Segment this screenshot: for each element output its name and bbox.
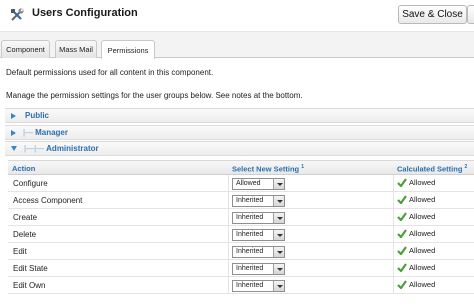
column-header-select-setting: Select New Setting 1 (232, 164, 304, 174)
calculated-setting: Allowed (397, 178, 435, 187)
setting-select[interactable]: Inherited (232, 280, 285, 292)
column-header-action: Action (12, 164, 36, 173)
calculated-setting: Allowed (397, 229, 435, 238)
action-label: Delete (13, 230, 37, 239)
group-manager[interactable]: |— Manager (5, 125, 474, 140)
table-row: Edit Own Inherited Allowed (8, 277, 474, 294)
expand-arrow-icon (11, 129, 16, 136)
group-administrator[interactable]: |—|— Administrator (5, 141, 474, 156)
calculated-setting: Allowed (397, 195, 435, 204)
calculated-setting: Allowed (397, 246, 435, 255)
action-label: Edit Own (13, 281, 46, 290)
table-header: Action Select New Setting 1 Calculated S… (8, 160, 474, 175)
table-row: Configure Allowed Allowed (8, 175, 474, 192)
calculated-setting: Allowed (397, 263, 435, 272)
table-row: Create Inherited Allowed (8, 209, 474, 226)
dropdown-arrow-icon (273, 179, 284, 189)
action-label: Edit State (13, 264, 48, 273)
dropdown-arrow-icon (273, 264, 284, 274)
dropdown-arrow-icon (273, 196, 284, 206)
checkmark-icon (397, 246, 407, 255)
close-button[interactable] (467, 5, 474, 24)
page-title: Users Configuration (32, 7, 138, 19)
expand-arrow-icon (11, 112, 16, 119)
action-label: Edit (13, 247, 27, 256)
checkmark-icon (397, 229, 407, 238)
checkmark-icon (397, 195, 407, 204)
calculated-setting: Allowed (397, 212, 435, 221)
setting-select[interactable]: Allowed (232, 178, 285, 190)
group-label: Public (25, 111, 50, 120)
tools-icon (11, 8, 24, 21)
checkmark-icon (397, 263, 407, 272)
action-label: Create (13, 213, 38, 222)
setting-select[interactable]: Inherited (232, 246, 285, 258)
checkmark-icon (397, 178, 407, 187)
checkmark-icon (397, 212, 407, 221)
dropdown-arrow-icon (273, 281, 284, 291)
save-close-button[interactable]: Save & Close (398, 5, 467, 24)
group-public[interactable]: Public (5, 108, 474, 123)
permissions-description: Default permissions used for all content… (6, 68, 214, 77)
table-row: Access Component Inherited Allowed (8, 192, 474, 209)
action-label: Access Component (13, 196, 83, 205)
setting-select[interactable]: Inherited (232, 195, 285, 207)
dropdown-arrow-icon (273, 230, 284, 240)
group-label: |—|— Administrator (24, 144, 99, 153)
group-label: |— Manager (23, 128, 68, 137)
column-header-calculated-setting: Calculated Setting 2 (397, 164, 468, 174)
table-row: Edit State Inherited Allowed (8, 260, 474, 277)
checkmark-icon (397, 280, 407, 289)
table-row: Delete Inherited Allowed (8, 226, 474, 243)
collapse-arrow-icon (11, 146, 17, 151)
setting-select[interactable]: Inherited (232, 263, 285, 275)
tab-component[interactable]: Component (1, 40, 50, 58)
calculated-setting: Allowed (397, 280, 435, 289)
setting-select[interactable]: Inherited (232, 212, 285, 224)
tab-permissions[interactable]: Permissions (101, 40, 155, 59)
tab-mass-mail[interactable]: Mass Mail (55, 40, 97, 58)
dropdown-arrow-icon (273, 247, 284, 257)
action-label: Configure (13, 179, 48, 188)
setting-select[interactable]: Inherited (232, 229, 285, 241)
dropdown-arrow-icon (273, 213, 284, 223)
permissions-instructions: Manage the permission settings for the u… (6, 91, 303, 100)
toolbar-header: Users Configuration Save & Close (0, 0, 474, 32)
table-row: Edit Inherited Allowed (8, 243, 474, 260)
